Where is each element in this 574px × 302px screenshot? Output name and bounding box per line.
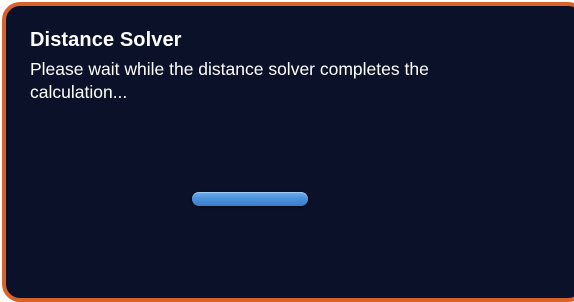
progress-bar-fill [192, 192, 308, 206]
dialog-message: Please wait while the distance solver co… [30, 59, 429, 102]
progress-bar [192, 192, 308, 206]
distance-solver-dialog: Distance Solver Please wait while the di… [2, 2, 574, 302]
dialog-title: Distance Solver [30, 29, 182, 51]
